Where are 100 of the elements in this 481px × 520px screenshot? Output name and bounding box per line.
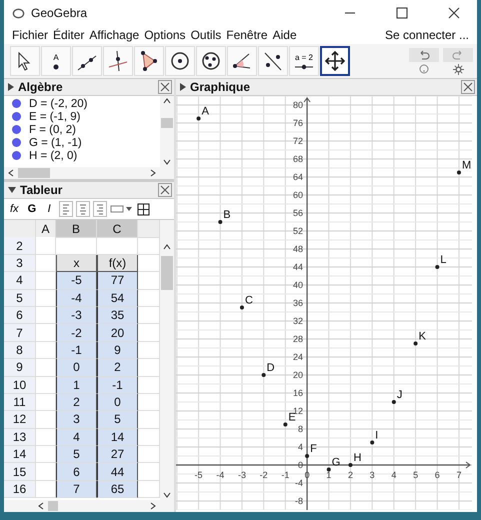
column-header[interactable]: B bbox=[56, 220, 97, 238]
x-tick-label: 6 bbox=[434, 470, 440, 480]
table-cell: 44 bbox=[97, 463, 138, 481]
point-label: L bbox=[440, 254, 446, 266]
sign-in-link[interactable]: Se connecter ... bbox=[384, 28, 469, 42]
scroll-right-icon[interactable] bbox=[150, 169, 156, 177]
point-label: H bbox=[353, 452, 362, 464]
data-point[interactable] bbox=[305, 454, 310, 458]
row-header[interactable]: 7 bbox=[4, 324, 36, 342]
data-point[interactable] bbox=[414, 342, 418, 346]
data-point[interactable] bbox=[370, 440, 374, 444]
grid-icon[interactable] bbox=[137, 202, 150, 216]
scroll-up-icon[interactable] bbox=[163, 242, 171, 252]
x-tick-label: 4 bbox=[391, 470, 396, 480]
formula-button[interactable]: fx bbox=[7, 201, 22, 217]
menu-item[interactable]: Affichage bbox=[89, 28, 140, 42]
y-tick-label: 32 bbox=[293, 316, 304, 326]
y-tick-label: 48 bbox=[293, 244, 304, 254]
scrollbar-thumb[interactable] bbox=[48, 501, 58, 511]
settings-icon[interactable] bbox=[452, 64, 464, 74]
row-header[interactable]: 16 bbox=[4, 480, 36, 498]
column-header[interactable]: C bbox=[97, 220, 138, 238]
scroll-left-icon[interactable] bbox=[8, 169, 14, 177]
italic-button[interactable]: I bbox=[42, 201, 56, 217]
column-header[interactable]: A bbox=[36, 220, 56, 238]
row-header[interactable]: 8 bbox=[4, 342, 36, 360]
algebra-item[interactable]: F = (0, 2) bbox=[29, 124, 76, 136]
row-header[interactable]: 10 bbox=[4, 376, 36, 394]
tool-button[interactable]: a = 2 bbox=[289, 46, 319, 76]
scrollbar-thumb[interactable] bbox=[18, 168, 50, 178]
collapse-triangle-icon[interactable] bbox=[8, 83, 14, 91]
y-tick-label: 60 bbox=[293, 190, 304, 200]
close-button[interactable] bbox=[158, 183, 172, 197]
row-header[interactable]: 4 bbox=[4, 272, 36, 290]
table-cell bbox=[36, 480, 56, 498]
redo-button[interactable] bbox=[443, 48, 473, 62]
y-tick-label: 68 bbox=[293, 154, 304, 164]
algebra-item[interactable]: E = (-1, 9) bbox=[29, 110, 80, 122]
menu-item[interactable]: Aide bbox=[272, 28, 297, 42]
scroll-down-icon[interactable] bbox=[163, 157, 171, 167]
table-cell bbox=[36, 394, 56, 412]
menu-item[interactable]: Fichier bbox=[12, 28, 48, 42]
border-dropdown-icon[interactable] bbox=[110, 204, 134, 214]
maximize-icon bbox=[396, 7, 408, 19]
row-header[interactable]: 14 bbox=[4, 446, 36, 464]
row-header[interactable]: 2 bbox=[4, 237, 36, 255]
point-label: A bbox=[202, 106, 209, 118]
data-point[interactable] bbox=[326, 468, 331, 472]
menu-item[interactable]: Options bbox=[144, 28, 186, 42]
data-point[interactable] bbox=[283, 422, 288, 426]
help-icon[interactable] bbox=[419, 64, 429, 74]
table-cell bbox=[36, 237, 56, 255]
undo-button[interactable] bbox=[409, 48, 439, 62]
data-point[interactable] bbox=[435, 265, 440, 269]
data-point[interactable] bbox=[196, 116, 201, 120]
scroll-down-icon[interactable] bbox=[163, 490, 171, 500]
algebra-item[interactable]: H = (2, 0) bbox=[29, 150, 78, 162]
x-tick-label: 1 bbox=[326, 470, 332, 480]
scroll-right-icon[interactable] bbox=[150, 502, 156, 510]
collapse-triangle-icon[interactable] bbox=[180, 83, 186, 91]
row-header[interactable]: 15 bbox=[4, 463, 36, 481]
algebra-item[interactable]: D = (-2, 20) bbox=[29, 98, 88, 110]
data-point[interactable] bbox=[218, 220, 222, 224]
data-point[interactable] bbox=[348, 463, 352, 467]
scrollbar-thumb[interactable] bbox=[161, 256, 173, 290]
y-tick-label: 56 bbox=[293, 208, 304, 218]
row-header[interactable]: 13 bbox=[4, 428, 36, 446]
row-header[interactable]: 3 bbox=[4, 254, 36, 272]
point-label: M bbox=[462, 160, 472, 172]
point-dot-icon bbox=[12, 125, 21, 134]
menu-item[interactable]: Éditer bbox=[53, 28, 84, 42]
algebra-item[interactable]: G = (1, -1) bbox=[29, 136, 82, 148]
align-button[interactable] bbox=[76, 201, 90, 217]
table-cell: f(x) bbox=[97, 254, 138, 272]
table-cell: 2 bbox=[97, 359, 138, 377]
scroll-left-icon[interactable] bbox=[38, 502, 44, 510]
row-header[interactable]: 12 bbox=[4, 411, 36, 429]
row-header[interactable]: 11 bbox=[4, 394, 36, 412]
window-title: GeoGebra bbox=[31, 6, 88, 20]
scroll-up-icon[interactable] bbox=[163, 96, 171, 106]
close-button[interactable] bbox=[461, 80, 475, 94]
align-button[interactable] bbox=[59, 201, 74, 217]
bold-button[interactable]: G bbox=[24, 201, 40, 217]
tool-button[interactable]: A bbox=[41, 46, 71, 76]
row-header[interactable]: 9 bbox=[4, 359, 36, 377]
y-tick-label: 80 bbox=[293, 100, 304, 110]
data-point[interactable] bbox=[240, 306, 244, 310]
row-header[interactable]: 5 bbox=[4, 290, 36, 307]
data-point[interactable] bbox=[262, 373, 266, 377]
data-point[interactable] bbox=[392, 400, 396, 404]
row-header[interactable]: 6 bbox=[4, 306, 36, 324]
menu-item[interactable]: Outils bbox=[190, 28, 222, 42]
data-point[interactable] bbox=[456, 170, 461, 174]
collapse-triangle-icon[interactable] bbox=[8, 187, 16, 193]
menu-item[interactable]: Fenêtre bbox=[226, 28, 268, 42]
tool-button[interactable] bbox=[320, 46, 350, 76]
scrollbar-thumb[interactable] bbox=[161, 118, 173, 128]
table-cell: -5 bbox=[56, 272, 97, 290]
close-button[interactable] bbox=[158, 80, 172, 94]
align-button[interactable] bbox=[93, 201, 108, 217]
